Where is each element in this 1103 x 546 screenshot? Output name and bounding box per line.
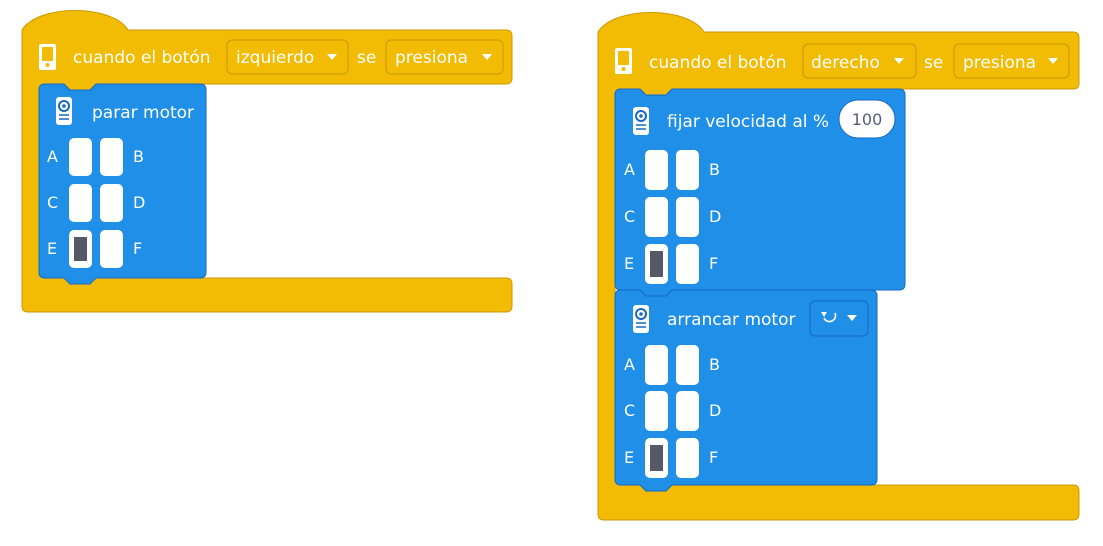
port-label-a: A bbox=[624, 160, 635, 179]
port-label-f: F bbox=[709, 254, 718, 273]
button-dropdown-value: derecho bbox=[811, 53, 880, 73]
hat-prefix-label: cuando el botón bbox=[73, 48, 211, 68]
port-label-f: F bbox=[133, 239, 142, 258]
port-label-b: B bbox=[133, 147, 144, 166]
port-label-d: D bbox=[709, 207, 721, 226]
port-label-b: B bbox=[709, 355, 720, 374]
port-f-toggle[interactable] bbox=[676, 438, 699, 478]
port-f-toggle[interactable] bbox=[100, 230, 123, 268]
action-dropdown[interactable]: presiona bbox=[385, 39, 504, 75]
set-speed-block[interactable]: fijar velocidad al % 100 A B C D E F bbox=[614, 88, 906, 297]
port-label-c: C bbox=[624, 401, 635, 420]
hub-icon bbox=[615, 48, 632, 74]
code-canvas: cuando el botón izquierdo se presiona pa bbox=[21, 10, 1080, 521]
port-c-toggle[interactable] bbox=[69, 184, 92, 222]
start-motor-label: arrancar motor bbox=[667, 310, 795, 330]
motor-icon bbox=[56, 97, 72, 125]
direction-dropdown[interactable] bbox=[809, 300, 869, 337]
port-d-toggle[interactable] bbox=[100, 184, 123, 222]
port-b-toggle[interactable] bbox=[100, 138, 123, 176]
start-motor-block[interactable]: arrancar motor A B C D E F bbox=[614, 289, 878, 492]
port-d-toggle[interactable] bbox=[676, 197, 699, 237]
script-left: cuando el botón izquierdo se presiona pa bbox=[21, 10, 513, 313]
hat-middle-label: se bbox=[357, 48, 376, 68]
port-label-d: D bbox=[133, 193, 145, 212]
port-a-toggle[interactable] bbox=[69, 138, 92, 176]
port-e-selected-indicator bbox=[74, 237, 87, 261]
button-dropdown[interactable]: derecho bbox=[802, 43, 917, 79]
motor-icon bbox=[633, 107, 649, 135]
port-f-toggle[interactable] bbox=[676, 244, 699, 284]
port-label-f: F bbox=[709, 448, 718, 467]
port-label-a: A bbox=[47, 147, 58, 166]
port-b-toggle[interactable] bbox=[676, 345, 699, 385]
port-c-toggle[interactable] bbox=[645, 391, 668, 431]
port-label-c: C bbox=[624, 207, 635, 226]
port-label-c: C bbox=[47, 193, 58, 212]
hat-prefix-label: cuando el botón bbox=[649, 53, 787, 73]
port-label-b: B bbox=[709, 160, 720, 179]
port-label-a: A bbox=[624, 355, 635, 374]
button-dropdown[interactable]: izquierdo bbox=[226, 39, 349, 75]
script-right: cuando el botón derecho se presiona fija… bbox=[597, 12, 1080, 521]
port-e-selected-indicator bbox=[650, 445, 663, 471]
action-dropdown-value: presiona bbox=[963, 53, 1036, 73]
port-label-e: E bbox=[624, 254, 634, 273]
port-label-e: E bbox=[47, 239, 57, 258]
port-a-toggle[interactable] bbox=[645, 150, 668, 190]
set-speed-label: fijar velocidad al % bbox=[667, 112, 829, 132]
stop-motor-block[interactable]: parar motor A B C D E F bbox=[38, 83, 207, 285]
action-dropdown[interactable]: presiona bbox=[953, 43, 1070, 79]
port-e-selected-indicator bbox=[650, 251, 663, 277]
stop-motor-label: parar motor bbox=[92, 103, 194, 123]
speed-value-text: 100 bbox=[852, 110, 883, 129]
action-dropdown-value: presiona bbox=[395, 48, 468, 68]
port-label-e: E bbox=[624, 448, 634, 467]
hat-middle-label: se bbox=[924, 53, 943, 73]
port-d-toggle[interactable] bbox=[676, 391, 699, 431]
motor-icon bbox=[633, 305, 649, 333]
port-c-toggle[interactable] bbox=[645, 197, 668, 237]
hub-icon bbox=[39, 44, 56, 70]
button-dropdown-value: izquierdo bbox=[236, 48, 314, 68]
port-a-toggle[interactable] bbox=[645, 345, 668, 385]
port-b-toggle[interactable] bbox=[676, 150, 699, 190]
port-label-d: D bbox=[709, 401, 721, 420]
